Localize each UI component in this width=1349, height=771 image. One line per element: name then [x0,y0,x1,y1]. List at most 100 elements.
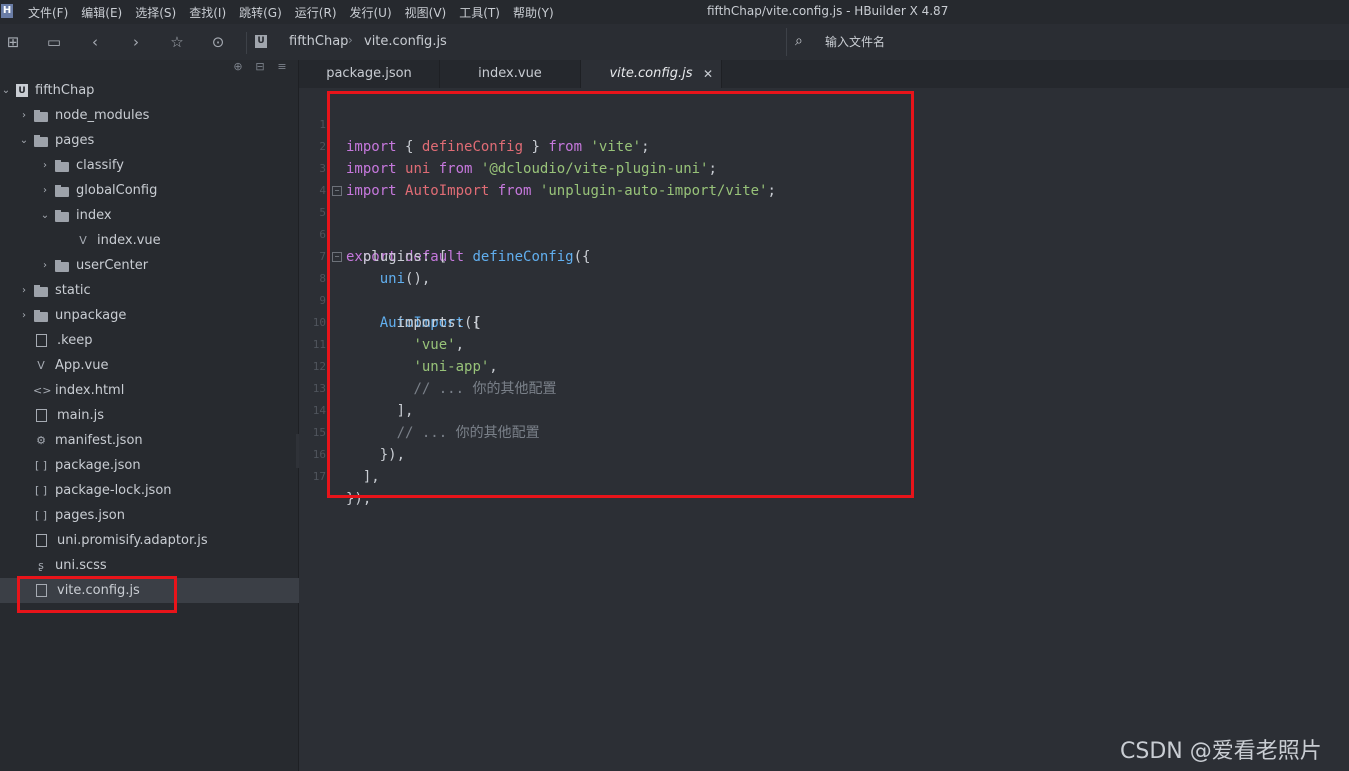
editor-tabs: package.json index.vue vite.config.js ✕ [299,60,1349,88]
tree-label: classify [76,158,124,173]
project-logo-icon: U [255,35,267,48]
chevron-right-icon: › [43,260,47,271]
tree-item-classify[interactable]: › classify [0,153,337,178]
chevron-right-icon: › [22,285,26,296]
breadcrumb-project[interactable]: fifthChap [289,34,348,49]
star-icon[interactable]: ☆ [167,32,187,52]
tree-label: main.js [57,408,104,423]
line-number: 17 [312,470,326,483]
tree-item-index[interactable]: ⌄ index [0,203,337,228]
tree-label: pages [55,133,95,148]
tree-label: index.vue [97,233,161,248]
tree-label: index.html [55,383,125,398]
menu-file[interactable]: 文件(F) [28,4,68,21]
tree-item-manifest[interactable]: ⚙ manifest.json [0,428,328,453]
folder-icon [55,259,69,272]
scss-file-icon: ʂ [38,558,44,572]
menu-find[interactable]: 查找(I) [189,4,226,21]
run-icon[interactable]: ⊙ [208,32,228,52]
menu-select[interactable]: 选择(S) [135,4,176,21]
tree-item-index-html[interactable]: <> index.html [0,378,328,403]
code-editor[interactable]: 1 import { defineConfig } from 'vite'; 2… [299,88,1349,771]
json-file-icon: [ ] [34,483,48,497]
tree-label: fifthChap [35,83,95,98]
more-menu-icon[interactable]: ≡ [274,60,290,74]
tree-item-static[interactable]: › static [0,278,316,303]
tree-item-keep[interactable]: .keep [0,328,328,353]
highlight-box-editor [327,91,914,498]
breadcrumb-chevron-icon: › [348,33,353,47]
explorer-tools: ⊕ ⊟ ≡ [230,60,290,74]
menu-publish[interactable]: 发行(U) [350,4,392,21]
menu-help[interactable]: 帮助(Y) [513,4,554,21]
tree-item-unpackage[interactable]: › unpackage [0,303,316,328]
save-icon[interactable]: ▭ [44,32,64,52]
tree-item-fifthChap[interactable]: ⌄ U fifthChap [0,78,298,103]
menu-run[interactable]: 运行(R) [295,4,337,21]
chevron-down-icon: ⌄ [40,210,50,221]
tree-item-package-json[interactable]: [ ] package.json [0,453,328,478]
new-file-icon[interactable]: ⊞ [3,32,23,52]
chevron-right-icon: › [43,160,47,171]
chevron-down-icon: ⌄ [19,135,29,146]
menu-tools[interactable]: 工具(T) [459,4,500,21]
tree-label: unpackage [55,308,127,323]
vue-file-icon: V [37,358,45,372]
close-icon[interactable]: ✕ [703,60,713,88]
tree-label: App.vue [55,358,109,373]
hbuilder-logo-icon: H [1,4,13,18]
tree-item-node_modules[interactable]: › node_modules [0,103,316,128]
menu-view[interactable]: 视图(V) [405,4,447,21]
search-input[interactable] [823,31,1227,53]
search-icon: ⌕ [795,33,803,49]
menu-edit[interactable]: 编辑(E) [81,4,122,21]
tab-vite-config[interactable]: vite.config.js ✕ [581,60,722,88]
collapse-all-icon[interactable]: ⊟ [252,60,268,74]
tree-label: index [76,208,112,223]
tree-label: static [55,283,91,298]
tree-label: uni.scss [55,558,107,573]
csdn-watermark: CSDN @爱看老照片 [1120,739,1322,764]
file-search: ⌕ [786,28,1349,56]
tree-item-globalConfig[interactable]: › globalConfig [0,178,337,203]
json-file-icon: [ ] [34,508,48,522]
folder-icon [34,134,48,147]
tab-package-json[interactable]: package.json [299,60,440,88]
tree-label: pages.json [55,508,125,523]
tree-label: package.json [55,458,141,473]
locate-icon[interactable]: ⊕ [230,60,246,74]
project-explorer: ⊕ ⊟ ≡ ⌄ U fifthChap › node_modules ⌄ pag… [0,60,328,771]
tree-item-uni-promisify[interactable]: uni.promisify.adaptor.js [0,528,328,553]
folder-icon [55,184,69,197]
menu-items: 文件(F) 编辑(E) 选择(S) 查找(I) 跳转(G) 运行(R) 发行(U… [28,4,567,21]
breadcrumb-file[interactable]: vite.config.js [364,34,447,49]
tree-label: globalConfig [76,183,158,198]
vue-file-icon: V [79,233,87,247]
tree-item-package-lock[interactable]: [ ] package-lock.json [0,478,328,503]
back-icon[interactable]: ‹ [85,32,105,52]
highlight-box-sidebar [17,576,177,613]
tree-item-main-js[interactable]: main.js [0,403,328,428]
folder-icon [34,309,48,322]
folder-icon [55,209,69,222]
project-icon: U [16,84,28,97]
tree-label: manifest.json [55,433,143,448]
tree-item-app-vue[interactable]: V App.vue [0,353,328,378]
tree-label: package-lock.json [55,483,172,498]
tree-item-pages[interactable]: ⌄ pages [0,128,316,153]
tab-index-vue[interactable]: index.vue [440,60,581,88]
folder-icon [55,159,69,172]
folder-icon [34,109,48,122]
menu-bar: H 文件(F) 编辑(E) 选择(S) 查找(I) 跳转(G) 运行(R) 发行… [0,0,1349,24]
toolbar: ⊞ ▭ ‹ › ☆ ⊙ U fifthChap › vite.config.js… [0,24,1349,60]
file-icon [36,334,47,347]
forward-icon[interactable]: › [126,32,146,52]
file-icon [36,534,47,547]
tree-label: node_modules [55,108,150,123]
menu-goto[interactable]: 跳转(G) [239,4,282,21]
tree-item-uni-scss[interactable]: ʂ uni.scss [0,553,328,578]
chevron-right-icon: › [43,185,47,196]
html-file-icon: <> [33,383,52,397]
tree-item-userCenter[interactable]: › userCenter [0,253,337,278]
tree-item-pages-json[interactable]: [ ] pages.json [0,503,328,528]
